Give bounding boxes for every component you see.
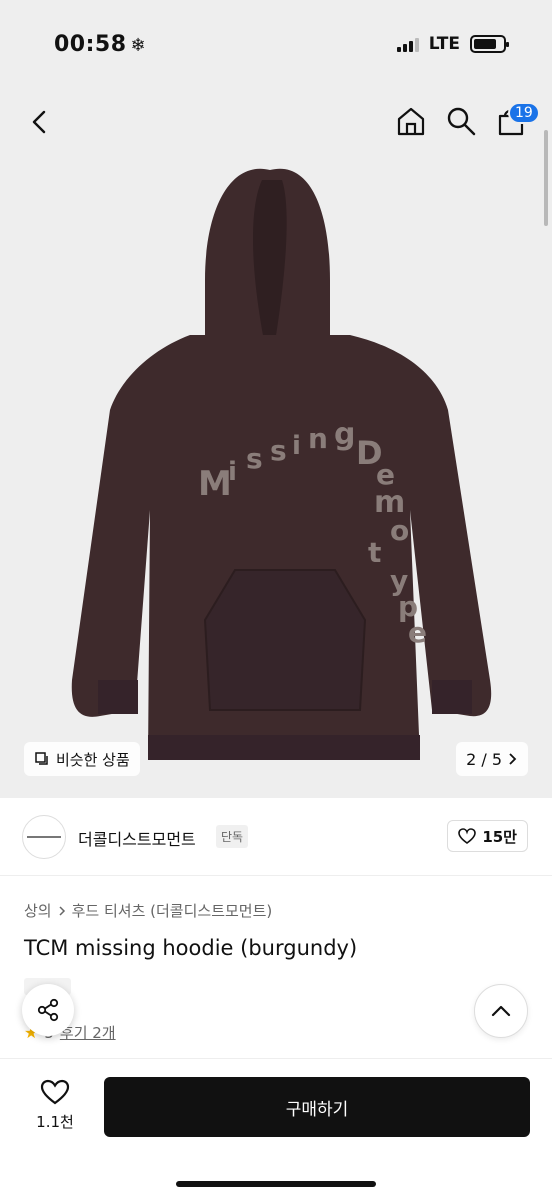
shop-row[interactable]: 더콜디스트모먼트 단독 15만 [0,798,552,876]
snowflake-icon: ❄ [130,35,147,56]
back-arrow-icon[interactable] [24,106,56,138]
shop-like-button[interactable]: 15만 [447,820,528,852]
heart-icon [458,828,477,844]
buy-button[interactable]: 구매하기 [104,1077,530,1137]
breadcrumb-subcategory[interactable]: 후드 티셔츠 (더콜디스트모먼트) [72,900,273,921]
hoodie-print-letter: i [292,431,301,461]
wishlist-button[interactable]: 1.1천 [30,1079,80,1132]
hoodie-print-letter: e [408,616,427,649]
image-pager[interactable]: 2 / 5 [456,742,528,776]
hoodie-print-letter: n [308,422,328,455]
status-time: 00:58 ❄ [54,32,146,57]
purchase-bar: 1.1천 구매하기 [0,1058,552,1200]
scroll-to-top-button[interactable] [474,984,528,1038]
similar-products-button[interactable]: 비슷한 상품 [24,742,140,776]
product-image-gallery[interactable]: 19 MissingDemotype 비슷한 상품 2 / 5 [0,90,552,798]
cart-count-badge: 19 [508,102,540,124]
search-icon[interactable] [444,104,478,138]
hoodie-product-image: Mi s s i n g Demotype [71,168,492,760]
home-icon[interactable] [394,104,428,138]
shop-logo-mark [27,836,61,838]
hoodie-print-letter: o [390,514,409,547]
exclusive-tag: 단독 [216,825,249,848]
home-indicator [176,1181,376,1187]
breadcrumb: 상의 후드 티셔츠 (더콜디스트모먼트) [24,900,272,921]
share-icon [37,998,59,1022]
hoodie-print-letter: t [368,536,381,569]
battery-icon [470,35,509,53]
network-label: LTE [428,34,460,54]
chevron-up-icon [491,1005,511,1017]
hoodie-print-letter: s [270,434,287,467]
hoodie-print-letter: g [334,417,355,452]
share-button[interactable] [22,984,74,1036]
status-bar: 00:58 ❄ LTE [0,0,552,90]
hoodie-print-letter: M [198,464,232,504]
status-time-text: 00:58 [54,32,127,57]
status-indicators: LTE [396,34,509,54]
copy-icon [35,752,48,765]
wishlist-count: 1.1천 [36,1113,74,1131]
breadcrumb-category[interactable]: 상의 [24,900,52,921]
chevron-right-icon [509,753,517,765]
shop-logo[interactable] [22,815,66,859]
heart-icon [40,1079,70,1105]
chevron-right-icon [59,905,65,916]
shop-like-count: 15만 [482,827,517,846]
product-title: TCM missing hoodie (burgundy) [24,936,358,960]
similar-products-label: 비슷한 상품 [56,750,130,769]
signal-icon [396,36,419,52]
hoodie-print-letter: s [246,442,263,475]
image-pager-label: 2 / 5 [466,749,502,769]
shop-name[interactable]: 더콜디스트모먼트 [78,826,196,850]
hoodie-print-letter: i [228,457,237,487]
